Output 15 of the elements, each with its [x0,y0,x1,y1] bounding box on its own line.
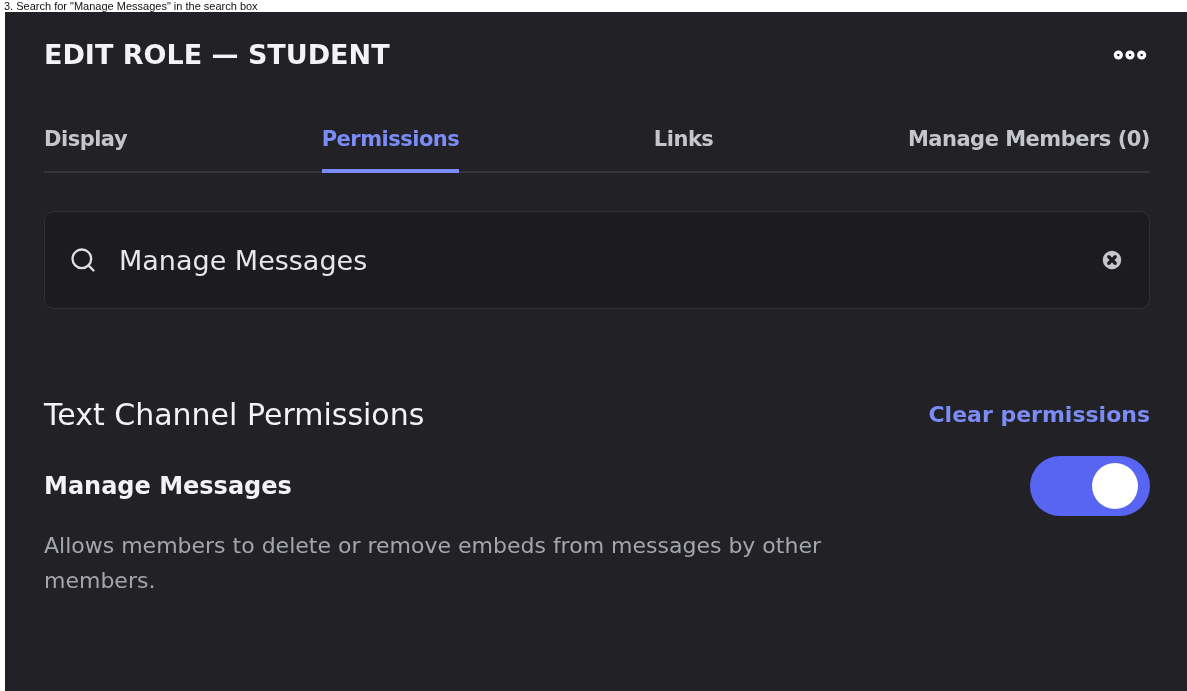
permission-name: Manage Messages [44,472,293,500]
caption-text: 3. Search for "Manage Messages" in the search box [3,0,259,12]
permission-description: Allows members to delete or remove embeds from messages by other members. [44,532,822,595]
panel-title: EDIT ROLE — STUDENT [44,39,390,70]
tab[interactable]: Display [44,127,128,173]
tab[interactable]: Manage Members (0) [907,127,1150,173]
search-input[interactable]: Manage Messages [117,243,1079,277]
tab[interactable]: Links [653,127,714,173]
search-field[interactable]: Manage Messages [44,211,1150,309]
clear-permissions-link[interactable]: Clear permissions [928,402,1150,427]
clear-icon[interactable] [1099,247,1125,273]
section-title: Text Channel Permissions [44,397,425,432]
search-icon [69,246,97,274]
tab[interactable]: Permissions [321,127,460,173]
permission-toggle[interactable] [1030,456,1150,516]
